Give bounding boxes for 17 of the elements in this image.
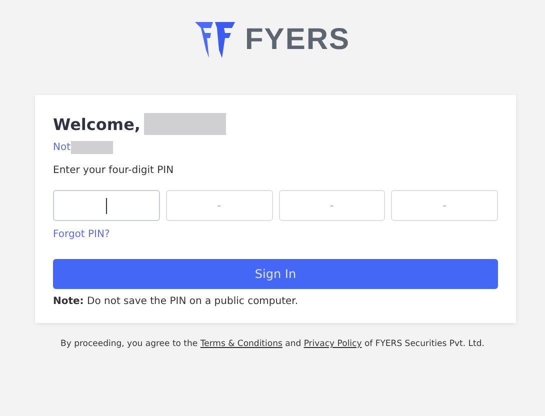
redaction-block bbox=[70, 141, 113, 154]
logo-icon bbox=[194, 22, 235, 58]
text-cursor bbox=[106, 198, 107, 214]
note-text: Note: Do not save the PIN on a public computer. bbox=[53, 296, 300, 307]
logo-wordmark: FYERS bbox=[244, 23, 350, 57]
policy-link[interactable]: Privacy Policy bbox=[304, 339, 362, 349]
pin-field[interactable]: - bbox=[166, 190, 272, 221]
welcome-heading: Welcome, bbox=[53, 114, 140, 134]
sign-in-button[interactable]: Sign In bbox=[53, 259, 498, 289]
terms-text: By proceeding, you agree to the Terms & Conditions and Privacy Policy of FYERS Securities Pvt. Ltd. bbox=[60, 339, 486, 349]
pin-label: Enter your four-digit PIN bbox=[53, 165, 175, 176]
policy-link[interactable]: Terms & Conditions bbox=[200, 339, 282, 349]
not-user-link[interactable]: Not bbox=[53, 142, 71, 153]
forgot-pin-link[interactable]: Forgot PIN? bbox=[53, 229, 110, 240]
pin-field[interactable] bbox=[53, 190, 160, 221]
pin-field[interactable]: - bbox=[391, 190, 498, 221]
pin-field[interactable]: - bbox=[278, 190, 386, 221]
